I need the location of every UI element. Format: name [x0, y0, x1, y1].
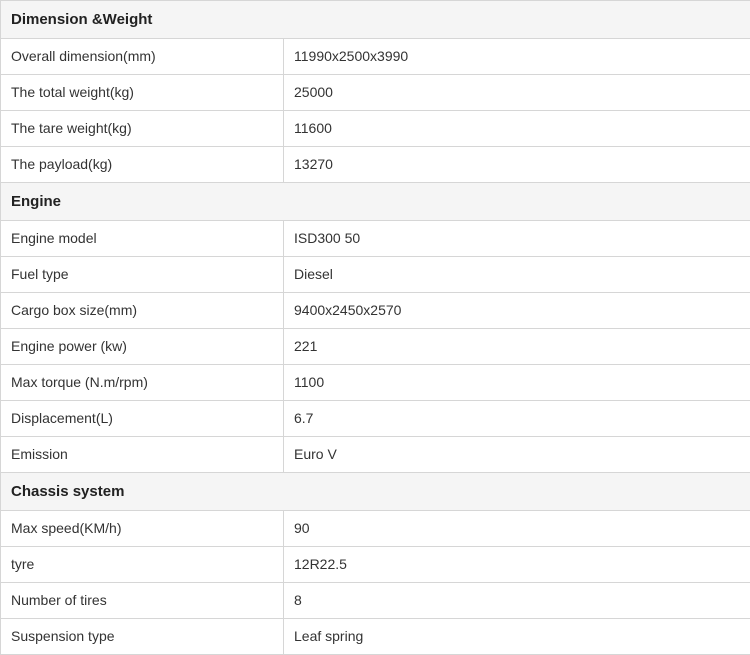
spec-label: The total weight(kg) [1, 75, 284, 111]
table-row: Engine power (kw) 221 [1, 329, 750, 365]
spec-table: Dimension &Weight Overall dimension(mm) … [0, 0, 750, 655]
spec-value: 12R22.5 [284, 547, 750, 583]
table-row: Overall dimension(mm) 11990x2500x3990 [1, 39, 750, 75]
spec-label: Engine power (kw) [1, 329, 284, 365]
spec-value: 9400x2450x2570 [284, 293, 750, 329]
spec-value: 6.7 [284, 401, 750, 437]
table-row: Displacement(L) 6.7 [1, 401, 750, 437]
section-header-chassis-system: Chassis system [1, 473, 750, 511]
table-row: Max speed(KM/h) 90 [1, 511, 750, 547]
spec-label: Max speed(KM/h) [1, 511, 284, 547]
spec-value: 11600 [284, 111, 750, 147]
spec-label: Fuel type [1, 257, 284, 293]
table-row: Suspension type Leaf spring [1, 619, 750, 655]
spec-value: ISD300 50 [284, 221, 750, 257]
table-row: Number of tires 8 [1, 583, 750, 619]
spec-value: 221 [284, 329, 750, 365]
spec-label: The payload(kg) [1, 147, 284, 183]
table-row: Emission Euro V [1, 437, 750, 473]
section-title: Chassis system [1, 473, 750, 511]
spec-value: 1100 [284, 365, 750, 401]
section-title: Engine [1, 183, 750, 221]
table-row: Engine model ISD300 50 [1, 221, 750, 257]
table-row: Cargo box size(mm) 9400x2450x2570 [1, 293, 750, 329]
section-header-dimension-weight: Dimension &Weight [1, 1, 750, 39]
spec-label: Suspension type [1, 619, 284, 655]
spec-label: Overall dimension(mm) [1, 39, 284, 75]
section-title: Dimension &Weight [1, 1, 750, 39]
spec-label: The tare weight(kg) [1, 111, 284, 147]
spec-value: 90 [284, 511, 750, 547]
table-row: Fuel type Diesel [1, 257, 750, 293]
spec-value: Diesel [284, 257, 750, 293]
spec-label: Emission [1, 437, 284, 473]
spec-label: tyre [1, 547, 284, 583]
spec-label: Max torque (N.m/rpm) [1, 365, 284, 401]
table-row: The total weight(kg) 25000 [1, 75, 750, 111]
table-row: Max torque (N.m/rpm) 1100 [1, 365, 750, 401]
table-row: The payload(kg) 13270 [1, 147, 750, 183]
spec-value: 25000 [284, 75, 750, 111]
spec-label: Number of tires [1, 583, 284, 619]
spec-value: 13270 [284, 147, 750, 183]
table-row: The tare weight(kg) 11600 [1, 111, 750, 147]
spec-label: Cargo box size(mm) [1, 293, 284, 329]
spec-value: 11990x2500x3990 [284, 39, 750, 75]
spec-label: Engine model [1, 221, 284, 257]
spec-value: Leaf spring [284, 619, 750, 655]
spec-value: Euro V [284, 437, 750, 473]
spec-label: Displacement(L) [1, 401, 284, 437]
section-header-engine: Engine [1, 183, 750, 221]
spec-value: 8 [284, 583, 750, 619]
table-row: tyre 12R22.5 [1, 547, 750, 583]
